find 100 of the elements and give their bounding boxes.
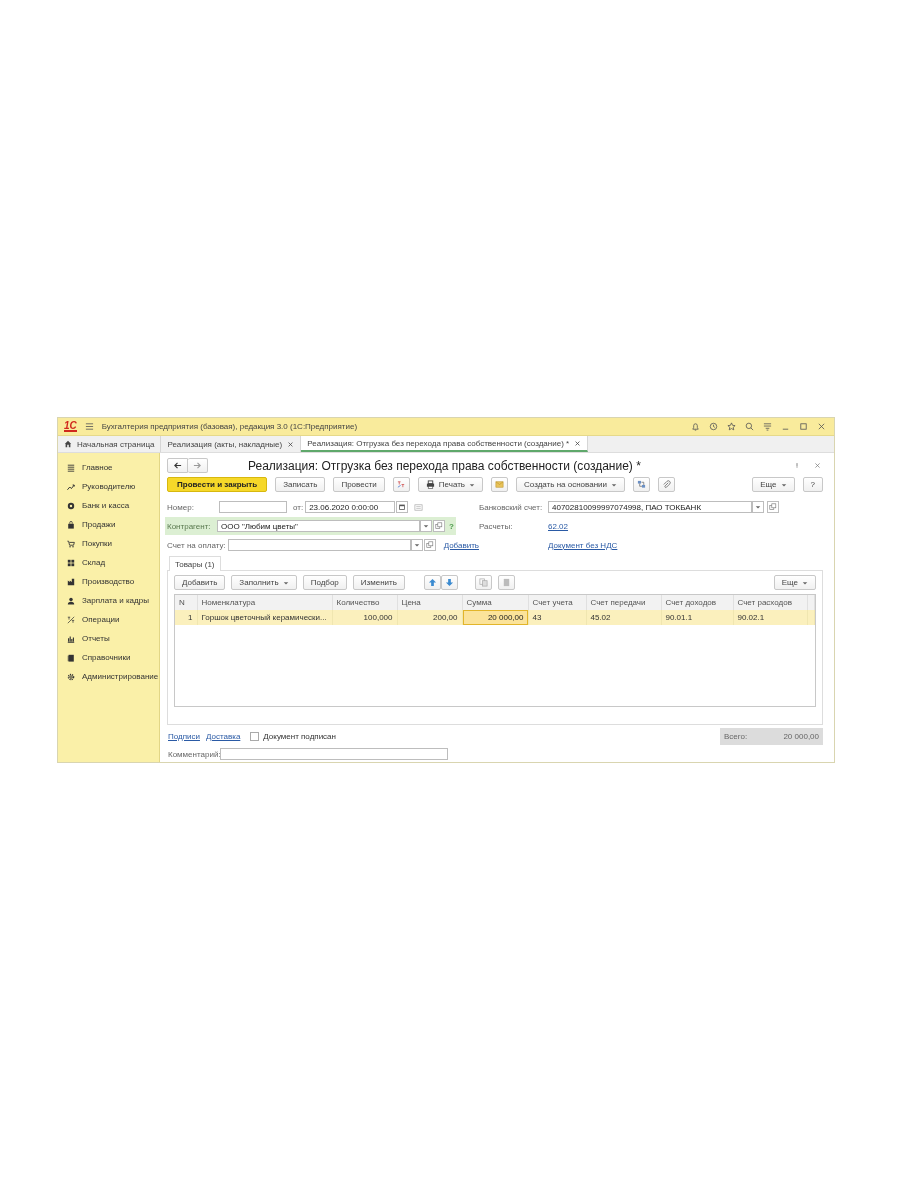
toolbar-button[interactable]: Записать bbox=[275, 477, 326, 492]
bell-icon[interactable] bbox=[691, 422, 700, 431]
column-header[interactable]: Цена bbox=[397, 595, 462, 610]
menu-button[interactable]: Еще bbox=[773, 575, 816, 590]
column-header[interactable]: Сумма bbox=[462, 595, 528, 610]
date-field[interactable]: 23.06.2020 0:00:00 bbox=[305, 501, 396, 513]
close-icon[interactable] bbox=[814, 462, 821, 469]
trend-icon bbox=[67, 482, 75, 491]
toolbar-button[interactable]: Подбор bbox=[302, 575, 347, 590]
open-button[interactable] bbox=[423, 539, 436, 551]
column-header[interactable]: Счет расходов bbox=[733, 595, 807, 610]
footer-link[interactable]: Подписи bbox=[168, 732, 200, 741]
close-icon[interactable] bbox=[817, 422, 826, 431]
sidebar-item[interactable]: Администрирование bbox=[82, 672, 159, 681]
caret-icon bbox=[469, 481, 475, 488]
table-row[interactable]: 1 Горшок цветочный керамически... 100,000 200,00 20 000,00 43 45.02 90.01.1 90.02.1 bbox=[175, 610, 815, 625]
toolbar-button[interactable] bbox=[440, 575, 458, 590]
back-button[interactable] bbox=[167, 458, 188, 473]
star-icon[interactable] bbox=[727, 422, 736, 431]
calendar-icon bbox=[398, 503, 407, 511]
menu-button[interactable]: Еще bbox=[752, 477, 795, 492]
checkbox-label: Документ подписан bbox=[263, 732, 336, 741]
add-link[interactable]: Добавить bbox=[443, 540, 479, 550]
toolbar-button[interactable] bbox=[491, 477, 508, 492]
maximize-icon[interactable] bbox=[799, 422, 808, 431]
field-label: Расчеты: bbox=[479, 521, 514, 531]
open-button[interactable] bbox=[433, 520, 445, 532]
search-icon[interactable] bbox=[745, 422, 754, 431]
book-icon bbox=[67, 653, 75, 662]
tab[interactable]: Товары (1) bbox=[169, 556, 221, 571]
down-arrow-icon bbox=[444, 578, 454, 587]
sidebar-item[interactable]: Зарплата и кадры bbox=[82, 596, 149, 605]
settings-icon[interactable] bbox=[763, 422, 772, 431]
history-icon[interactable] bbox=[709, 422, 718, 431]
back-arrow-icon bbox=[173, 461, 182, 470]
column-header[interactable]: Счет передачи bbox=[586, 595, 661, 610]
sidebar-item[interactable]: Покупки bbox=[82, 539, 113, 548]
comment-field[interactable] bbox=[220, 748, 448, 760]
dropdown-button[interactable] bbox=[420, 520, 432, 532]
bank-account-field[interactable]: 40702810099997074998, ПАО ТОКБАНК bbox=[548, 501, 752, 513]
form-title: Реализация: Отгрузка без перехода права собственности (создание) * bbox=[248, 458, 642, 473]
toolbar-button[interactable]: Провести bbox=[333, 477, 385, 492]
more-icon[interactable] bbox=[794, 461, 800, 470]
sidebar-item[interactable]: Продажи bbox=[82, 520, 116, 529]
window-title: Бухгалтерия предприятия (базовая), редакция 3.0 (1С:Предприятие) bbox=[101, 422, 359, 431]
toolbar-button[interactable]: Провести и закрыть bbox=[167, 477, 268, 492]
menu-button[interactable]: Печать bbox=[417, 477, 483, 492]
tab[interactable]: Реализация: Отгрузка без перехода права собственности (создание) * bbox=[301, 436, 589, 452]
toolbar-button[interactable] bbox=[497, 575, 515, 590]
sidebar-item[interactable]: Отчеты bbox=[82, 634, 110, 643]
vat-link[interactable]: Документ без НДС bbox=[548, 540, 618, 550]
tab[interactable]: Начальная страница bbox=[58, 436, 162, 452]
sidebar-item[interactable]: Руководителю bbox=[82, 482, 136, 491]
toolbar-button[interactable] bbox=[474, 575, 492, 590]
menu-icon[interactable] bbox=[84, 422, 94, 431]
dropdown-button[interactable] bbox=[752, 501, 764, 513]
invoice-field[interactable] bbox=[227, 539, 411, 551]
menu-button[interactable]: Заполнить bbox=[231, 575, 297, 590]
caret-icon bbox=[413, 542, 420, 548]
factory-icon bbox=[67, 577, 75, 586]
column-header[interactable]: N bbox=[175, 595, 197, 610]
toolbar-button[interactable] bbox=[423, 575, 441, 590]
column-header[interactable]: Счет доходов bbox=[661, 595, 733, 610]
open-button[interactable] bbox=[767, 501, 779, 513]
close-icon[interactable] bbox=[287, 440, 295, 448]
app-logo[interactable]: 1С bbox=[64, 421, 77, 432]
toolbar-button[interactable]: Добавить bbox=[174, 575, 226, 590]
open-icon bbox=[435, 522, 443, 530]
caret-icon bbox=[780, 481, 787, 488]
number-field[interactable] bbox=[219, 501, 287, 513]
envelope-icon bbox=[495, 480, 504, 489]
toolbar-button[interactable]: ? bbox=[802, 477, 823, 492]
settlements-link[interactable]: 62.02 bbox=[548, 521, 569, 531]
toolbar-button[interactable] bbox=[392, 477, 410, 492]
sidebar-item[interactable]: Справочники bbox=[82, 653, 131, 662]
sidebar-item[interactable]: Склад bbox=[82, 558, 106, 567]
footer-link[interactable]: Доставка bbox=[205, 732, 241, 741]
column-header[interactable]: Счет учета bbox=[528, 595, 586, 610]
column-header[interactable]: Количество bbox=[332, 595, 397, 610]
toolbar-button[interactable] bbox=[658, 477, 675, 492]
close-icon[interactable] bbox=[574, 439, 582, 447]
toolbar-button[interactable]: Изменить bbox=[352, 575, 405, 590]
sidebar-item[interactable]: Производство bbox=[82, 577, 135, 586]
table-cell: 90.01.1 bbox=[661, 610, 733, 625]
sidebar-item[interactable]: Банк и касса bbox=[82, 501, 130, 510]
forward-arrow-icon bbox=[193, 461, 202, 470]
total-label: Всего: bbox=[724, 732, 748, 741]
counterparty-field[interactable]: ООО "Любим цветы" bbox=[217, 520, 420, 532]
document-icon[interactable] bbox=[414, 502, 424, 512]
caret-icon bbox=[611, 481, 617, 488]
checkbox[interactable] bbox=[250, 732, 260, 741]
column-header[interactable]: Номенклатура bbox=[197, 595, 332, 610]
sidebar-item[interactable]: Операции bbox=[82, 615, 120, 624]
field-label: Контрагент: bbox=[167, 521, 212, 531]
calendar-button[interactable] bbox=[396, 501, 409, 513]
field-label: Комментарий: bbox=[168, 749, 220, 759]
grid-icon bbox=[67, 558, 75, 567]
menu-button[interactable]: Создать на основании bbox=[516, 477, 625, 492]
toolbar-button[interactable] bbox=[633, 477, 650, 492]
sidebar-item[interactable]: Главное bbox=[82, 463, 113, 472]
